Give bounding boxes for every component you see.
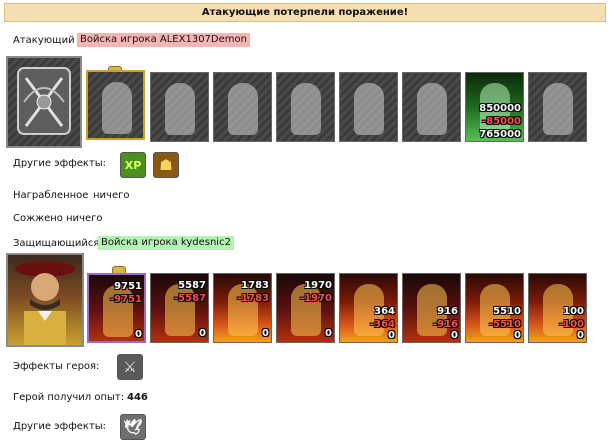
attacker-label: Атакующий bbox=[13, 35, 75, 46]
hero-xp-value: 446 bbox=[127, 392, 148, 403]
defender-hero-portrait[interactable] bbox=[6, 253, 84, 347]
xp-icon[interactable]: XP bbox=[120, 152, 146, 178]
unit-count-total: 364 bbox=[374, 306, 395, 317]
defender-army-name[interactable]: Войска игрока kydesnic2 bbox=[98, 236, 234, 250]
unit-count-total: 850000 bbox=[479, 103, 521, 114]
attacker-unit-slot[interactable] bbox=[213, 72, 272, 142]
defender-unit-slot[interactable]: 5587 -5587 0 bbox=[150, 273, 209, 343]
unit-count-total: 100 bbox=[563, 306, 584, 317]
crossed-bows-crest-icon bbox=[17, 67, 71, 135]
unit-count-remaining: 0 bbox=[135, 329, 142, 340]
burned-value: ничего bbox=[66, 213, 103, 224]
attacker-unit-slot[interactable] bbox=[339, 72, 398, 142]
loot-label: Награбленное bbox=[13, 190, 89, 201]
dove-icon[interactable]: 🕊 bbox=[120, 414, 146, 440]
defender-unit-slot[interactable]: 100 -100 0 bbox=[528, 273, 587, 343]
unit-count-total: 916 bbox=[437, 306, 458, 317]
unit-count-remaining: 765000 bbox=[479, 129, 521, 140]
attacker-hero-portrait[interactable] bbox=[6, 56, 82, 148]
unit-count-loss: -9751 bbox=[110, 294, 142, 305]
defender-other-effects-label: Другие эффекты: bbox=[13, 421, 107, 432]
unit-count-remaining: 0 bbox=[388, 330, 395, 341]
defender-unit-slot[interactable]: 5510 -5510 0 bbox=[465, 273, 524, 343]
attacker-unit-slot[interactable] bbox=[276, 72, 335, 142]
gold-pouch-icon[interactable]: ☗ bbox=[153, 152, 179, 178]
attacker-army-name[interactable]: Войска игрока ALEX1307Demon bbox=[77, 33, 250, 47]
defender-label: Защищающийся bbox=[13, 238, 100, 249]
defender-unit-slot[interactable]: 1783 -1783 0 bbox=[213, 273, 272, 343]
defender-unit-slot[interactable]: 1970 -1970 0 bbox=[276, 273, 335, 343]
hero-face-icon bbox=[15, 261, 75, 345]
unit-count-total: 1783 bbox=[241, 280, 269, 291]
attacker-unit-slot[interactable] bbox=[402, 72, 461, 142]
unit-count-total: 9751 bbox=[114, 281, 142, 292]
unit-count-remaining: 0 bbox=[199, 328, 206, 339]
unit-count-remaining: 0 bbox=[577, 330, 584, 341]
attacker-unit-slot[interactable] bbox=[150, 72, 209, 142]
defender-unit-slot[interactable]: 916 -916 0 bbox=[402, 273, 461, 343]
unit-count-remaining: 0 bbox=[325, 328, 332, 339]
hero-xp-label: Герой получил опыт: bbox=[13, 392, 125, 403]
loot-value: ничего bbox=[93, 190, 130, 201]
unit-count-total: 5510 bbox=[493, 306, 521, 317]
unit-count-remaining: 0 bbox=[451, 330, 458, 341]
defender-unit-slot[interactable]: 364 -364 0 bbox=[339, 273, 398, 343]
unit-count-loss: -1783 bbox=[237, 293, 269, 304]
unit-count-loss: -85000 bbox=[482, 116, 521, 127]
unit-count-remaining: 0 bbox=[514, 330, 521, 341]
unit-count-loss: -1970 bbox=[300, 293, 332, 304]
attacker-unit-slot[interactable] bbox=[528, 72, 587, 142]
attacker-unit-slot[interactable] bbox=[86, 70, 145, 140]
hero-effects-label: Эффекты героя: bbox=[13, 361, 100, 372]
unit-count-total: 1970 bbox=[304, 280, 332, 291]
defender-unit-slot[interactable]: 9751 -9751 0 bbox=[87, 273, 146, 343]
unit-count-remaining: 0 bbox=[262, 328, 269, 339]
attacker-unit-slot[interactable]: 850000 -85000 765000 bbox=[465, 72, 524, 142]
unit-count-total: 5587 bbox=[178, 280, 206, 291]
battle-result-banner: Атакующие потерпели поражение! bbox=[4, 3, 606, 22]
unit-count-loss: -5587 bbox=[174, 293, 206, 304]
sword-icon[interactable]: ⚔ bbox=[117, 354, 143, 380]
burned-label: Сожжено bbox=[13, 213, 63, 224]
attacker-other-effects-label: Другие эффекты: bbox=[13, 158, 107, 169]
